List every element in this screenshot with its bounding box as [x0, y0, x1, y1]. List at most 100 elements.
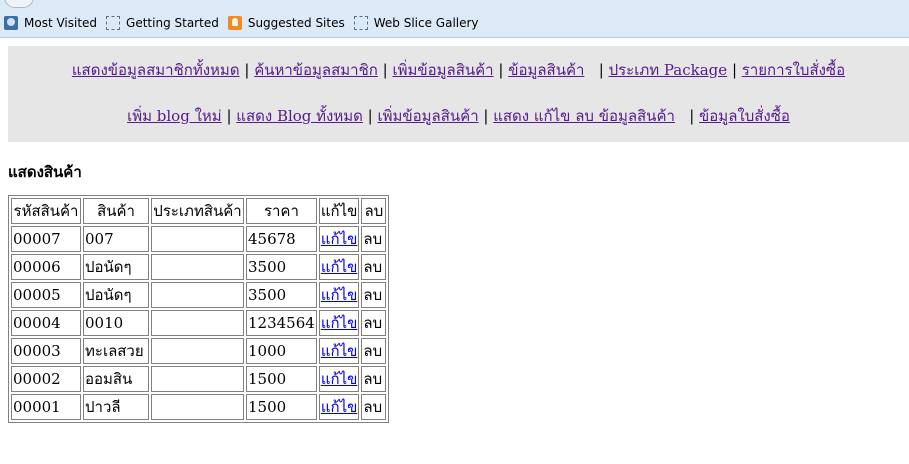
bookmark-most-visited[interactable]: Most Visited — [4, 16, 97, 30]
cell-product-price: 1000 — [246, 338, 317, 364]
table-header-row: รหัสสินค้า สินค้า ประเภทสินค้า ราคา แก้ไ… — [11, 198, 387, 224]
cell-product-price: 1234564 — [246, 310, 317, 336]
page-icon — [106, 16, 121, 30]
cell-product-type — [151, 366, 244, 392]
bookmark-label: Web Slice Gallery — [373, 16, 479, 30]
edit-link[interactable]: แก้ไข — [321, 370, 358, 388]
nav-link-add-product[interactable]: เพิ่มข้อมูลสินค้า — [392, 61, 493, 79]
edit-link[interactable]: แก้ไข — [321, 286, 358, 304]
bookmark-suggested-sites[interactable]: Suggested Sites — [227, 16, 345, 30]
nav-separator: | — [244, 61, 255, 79]
cell-edit: แก้ไข — [318, 226, 360, 252]
cell-product-id: 00007 — [11, 226, 81, 252]
nav-separator: | — [589, 61, 609, 79]
cell-product-price: 3500 — [246, 282, 317, 308]
bookmark-label: Suggested Sites — [247, 16, 345, 30]
table-row: 00005 ปอนัดๆ 3500 แก้ไข ลบ — [11, 282, 387, 308]
edit-link[interactable]: แก้ไข — [321, 342, 358, 360]
delete-action[interactable]: ลบ — [361, 310, 387, 336]
cell-product-type — [151, 394, 244, 420]
col-header-type: ประเภทสินค้า — [151, 198, 244, 224]
nav-row-2: เพิ่ม blog ใหม่ | แสดง Blog ทั้งหมด | เพ… — [8, 104, 909, 128]
bookmark-getting-started[interactable]: Getting Started — [106, 16, 219, 30]
cell-product-name: ปอนัดๆ — [83, 282, 149, 308]
nav-separator: | — [367, 107, 378, 125]
cell-product-name: 007 — [83, 226, 149, 252]
delete-action[interactable]: ลบ — [361, 282, 387, 308]
nav-separator: | — [483, 107, 494, 125]
nav-link-product-info[interactable]: ข้อมูลสินค้า — [508, 61, 584, 79]
nav-link-order-list[interactable]: รายการใบสั่งซื้อ — [742, 61, 845, 79]
nav-link-order-info[interactable]: ข้อมูลใบสั่งซื้อ — [699, 107, 790, 125]
nav-link-all-blogs[interactable]: แสดง Blog ทั้งหมด — [236, 107, 363, 125]
cell-product-id: 00006 — [11, 254, 81, 280]
cell-product-price: 3500 — [246, 254, 317, 280]
cell-product-name: ออมสิน — [83, 366, 149, 392]
cell-product-type — [151, 282, 244, 308]
cell-product-name: ทะเลสวย — [83, 338, 149, 364]
col-header-edit: แก้ไข — [318, 198, 360, 224]
table-row: 00002 ออมสิน 1500 แก้ไข ลบ — [11, 366, 387, 392]
table-row: 00006 ปอนัดๆ 3500 แก้ไข ลบ — [11, 254, 387, 280]
main-navigation: แสดงข้อมูลสมาชิกทั้งหมด | ค้นหาข้อมูลสมา… — [8, 46, 909, 142]
bookmarks-list: Most Visited Getting Started Suggested S… — [4, 16, 488, 30]
nav-separator: | — [731, 61, 742, 79]
nav-separator: | — [226, 107, 237, 125]
cell-product-price: 1500 — [246, 366, 317, 392]
nav-separator: | — [498, 61, 509, 79]
cell-edit: แก้ไข — [318, 366, 360, 392]
cell-product-id: 00002 — [11, 366, 81, 392]
nav-row-1: แสดงข้อมูลสมาชิกทั้งหมด | ค้นหาข้อมูลสมา… — [8, 58, 909, 82]
cell-product-type — [151, 226, 244, 252]
edit-link[interactable]: แก้ไข — [321, 398, 358, 416]
page-icon — [353, 16, 368, 30]
cell-edit: แก้ไข — [318, 310, 360, 336]
bookmark-label: Most Visited — [24, 16, 98, 30]
cell-product-name: ปาวลี — [83, 394, 149, 420]
suggested-sites-icon — [227, 16, 242, 30]
cell-edit: แก้ไข — [318, 394, 360, 420]
table-row: 00004 0010 1234564 แก้ไข ลบ — [11, 310, 387, 336]
nav-separator: | — [679, 107, 700, 125]
col-header-id: รหัสสินค้า — [11, 198, 81, 224]
cell-product-id: 00003 — [11, 338, 81, 364]
cell-product-name: ปอนัดๆ — [83, 254, 149, 280]
cell-product-id: 00005 — [11, 282, 81, 308]
bookmark-web-slice-gallery[interactable]: Web Slice Gallery — [353, 16, 479, 30]
col-header-price: ราคา — [246, 198, 317, 224]
delete-action[interactable]: ลบ — [361, 366, 387, 392]
table-row: 00001 ปาวลี 1500 แก้ไข ลบ — [11, 394, 387, 420]
cell-product-id: 00001 — [11, 394, 81, 420]
most-visited-icon — [4, 16, 18, 30]
cell-product-type — [151, 310, 244, 336]
cell-edit: แก้ไข — [318, 254, 360, 280]
nav-link-add-product-2[interactable]: เพิ่มข้อมูลสินค้า — [378, 107, 479, 125]
bookmark-label: Getting Started — [126, 16, 219, 30]
nav-link-package-type[interactable]: ประเภท Package — [609, 61, 728, 79]
col-header-delete: ลบ — [361, 198, 387, 224]
delete-action[interactable]: ลบ — [361, 338, 387, 364]
table-row: 00007 007 45678 แก้ไข ลบ — [11, 226, 387, 252]
edit-link[interactable]: แก้ไข — [321, 230, 358, 248]
nav-link-search-member[interactable]: ค้นหาข้อมูลสมาชิก — [254, 61, 378, 79]
nav-separator: | — [382, 61, 393, 79]
page-title: แสดงสินค้า — [8, 163, 82, 181]
edit-link[interactable]: แก้ไข — [321, 258, 358, 276]
edit-link[interactable]: แก้ไข — [321, 314, 358, 332]
cell-product-name: 0010 — [83, 310, 149, 336]
nav-link-all-members[interactable]: แสดงข้อมูลสมาชิกทั้งหมด — [72, 61, 240, 79]
delete-action[interactable]: ลบ — [361, 226, 387, 252]
cell-product-type — [151, 338, 244, 364]
delete-action[interactable]: ลบ — [361, 254, 387, 280]
cell-edit: แก้ไข — [318, 338, 360, 364]
table-row: 00003 ทะเลสวย 1000 แก้ไข ลบ — [11, 338, 387, 364]
col-header-name: สินค้า — [83, 198, 149, 224]
browser-button-edge[interactable] — [4, 0, 34, 8]
cell-edit: แก้ไข — [318, 282, 360, 308]
bookmarks-bar: Most Visited Getting Started Suggested S… — [0, 0, 909, 38]
nav-link-manage-products[interactable]: แสดง แก้ไข ลบ ข้อมูลสินค้า — [493, 107, 675, 125]
delete-action[interactable]: ลบ — [361, 394, 387, 420]
cell-product-type — [151, 254, 244, 280]
cell-product-price: 1500 — [246, 394, 317, 420]
nav-link-new-blog[interactable]: เพิ่ม blog ใหม่ — [127, 107, 222, 125]
